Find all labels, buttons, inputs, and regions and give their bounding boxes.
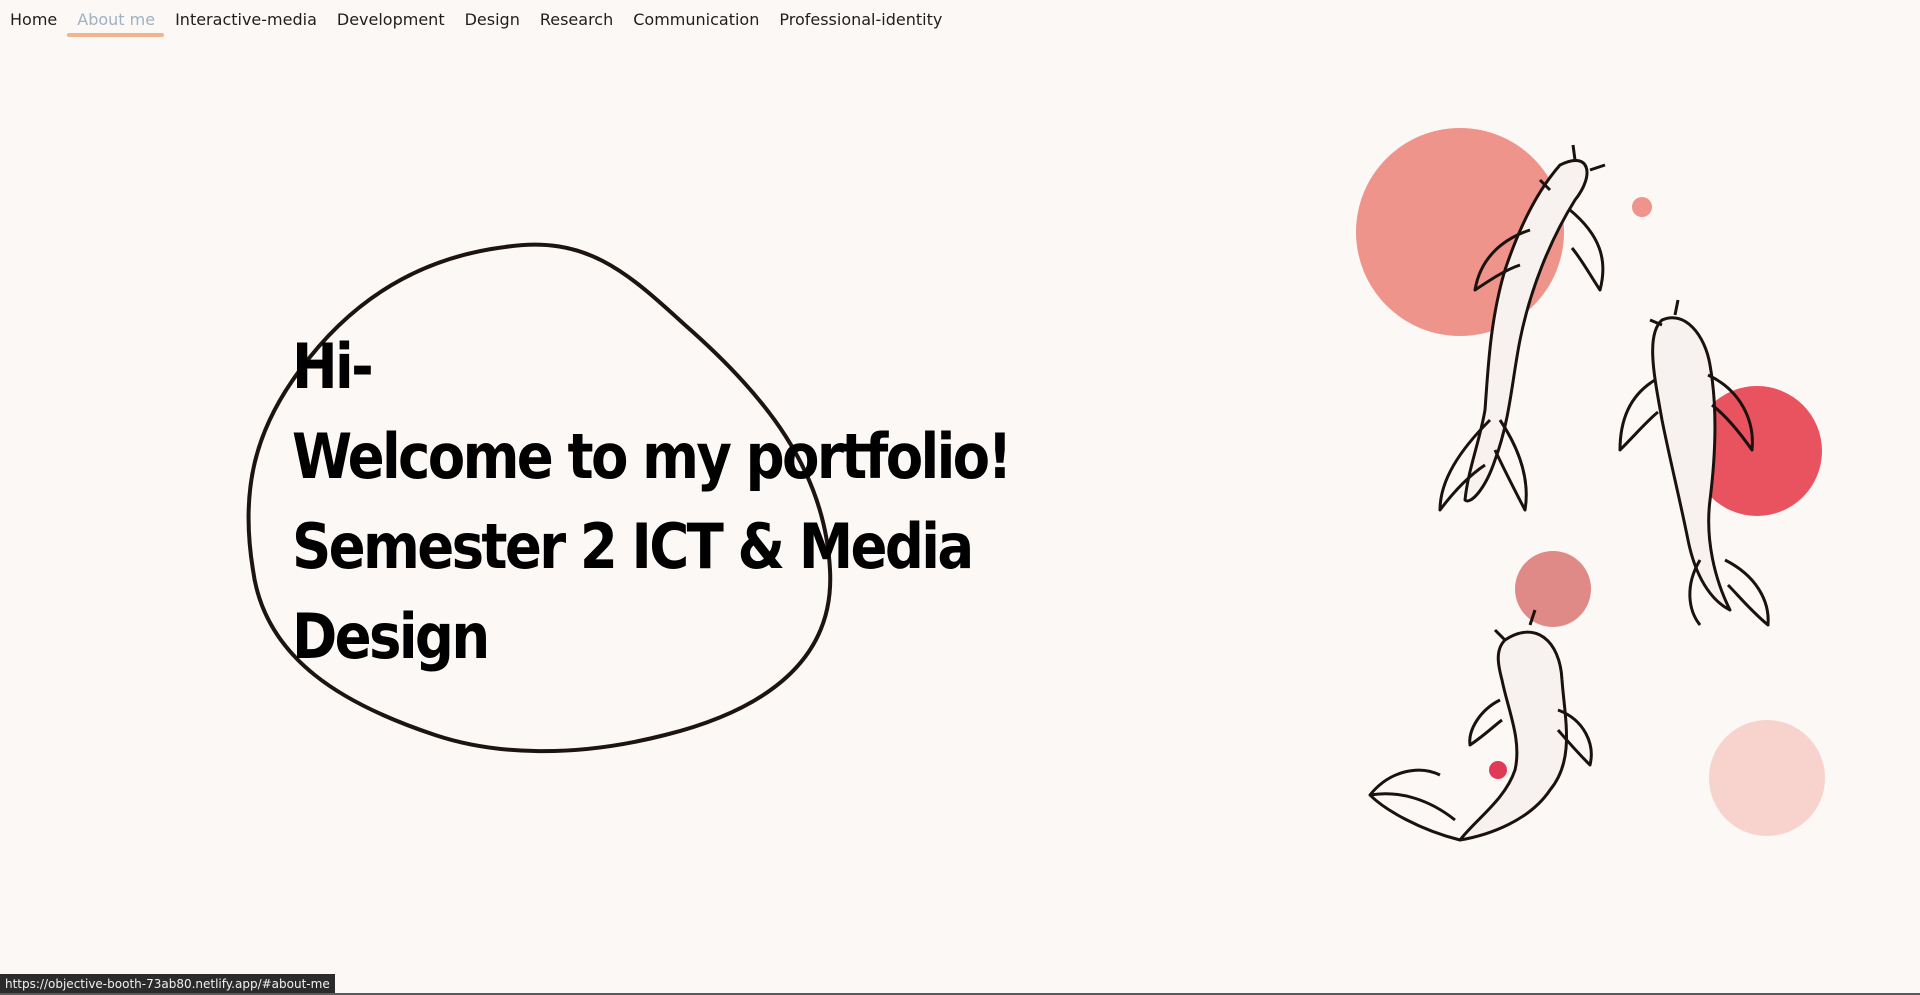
circle-small-dot: [1632, 197, 1652, 217]
nav-item-development[interactable]: Development: [337, 0, 445, 39]
status-bar-url: https://objective-booth-73ab80.netlify.a…: [0, 974, 335, 995]
hero-line-greeting: Hi-: [292, 330, 374, 403]
nav-item-professional-identity[interactable]: Professional-identity: [779, 0, 942, 39]
circle-rose: [1515, 551, 1591, 627]
hero-line-welcome: Welcome to my portfolio!: [292, 420, 1012, 493]
hero-line-design: Design: [292, 600, 490, 673]
main-nav: Home About me Interactive-media Developm…: [0, 0, 962, 44]
hero-line-semester: Semester 2 ICT & Media: [292, 510, 974, 583]
nav-item-about-me[interactable]: About me: [67, 0, 164, 39]
koi-bottom: [1368, 609, 1593, 842]
page: Home About me Interactive-media Developm…: [0, 0, 1920, 995]
nav-item-communication[interactable]: Communication: [633, 0, 759, 39]
nav-item-home[interactable]: Home: [10, 0, 57, 39]
circle-blush: [1709, 720, 1825, 836]
nav-item-research[interactable]: Research: [540, 0, 613, 39]
nav-item-interactive-media[interactable]: Interactive-media: [175, 0, 317, 39]
koi-fish-illustration: [1356, 128, 1825, 842]
hero-heading: Hi- Welcome to my portfolio! Semester 2 …: [292, 322, 1012, 682]
nav-item-design[interactable]: Design: [465, 0, 520, 39]
